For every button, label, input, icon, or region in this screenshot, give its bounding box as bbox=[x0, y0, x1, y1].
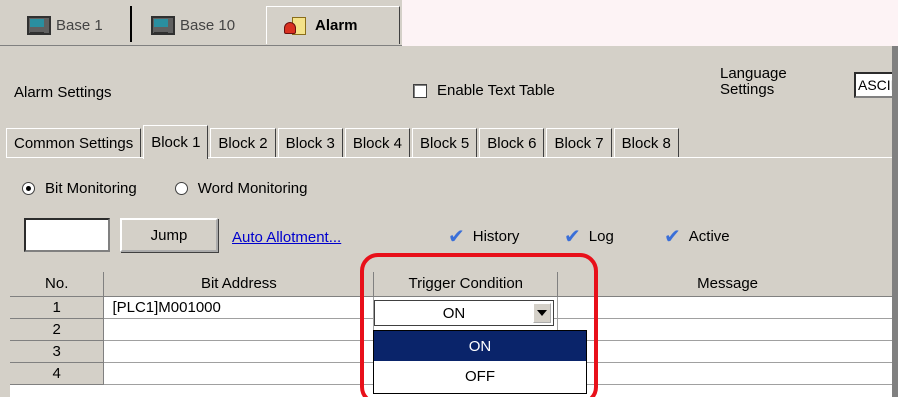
bit-monitoring-label[interactable]: Bit Monitoring bbox=[45, 180, 137, 197]
row-number: 3 bbox=[10, 340, 105, 363]
tab-label: Alarm bbox=[315, 17, 358, 34]
tab-block-7[interactable]: Block 7 bbox=[546, 128, 612, 158]
jump-number-input[interactable] bbox=[24, 218, 110, 252]
history-option[interactable]: ✔ History bbox=[448, 225, 520, 248]
tab-label: Base 1 bbox=[56, 16, 103, 34]
word-monitoring-radio[interactable] bbox=[174, 182, 188, 195]
bit-address-cell[interactable]: [PLC1]M001000 bbox=[103, 296, 375, 319]
enable-text-table-checkbox[interactable] bbox=[413, 83, 427, 98]
tab-block-5[interactable]: Block 5 bbox=[412, 128, 478, 158]
log-option[interactable]: ✔ Log bbox=[564, 225, 614, 248]
monitoring-mode-group: Bit Monitoring Word Monitoring bbox=[22, 180, 308, 197]
message-cell[interactable] bbox=[557, 296, 898, 319]
chevron-down-icon bbox=[537, 310, 547, 316]
dropdown-option-off[interactable]: OFF bbox=[374, 361, 586, 391]
checkmark-icon: ✔ bbox=[448, 225, 465, 248]
language-label-line1: Language bbox=[720, 65, 787, 82]
language-label-line2: Settings bbox=[720, 81, 775, 98]
column-header-bit-address: Bit Address bbox=[103, 272, 375, 297]
window-edge bbox=[892, 46, 898, 397]
column-header-trigger-condition: Trigger Condition bbox=[373, 272, 559, 297]
message-cell[interactable] bbox=[557, 318, 898, 341]
table-header-row: No. Bit Address Trigger Condition Messag… bbox=[10, 272, 898, 297]
alarm-settings-title: Alarm Settings bbox=[14, 84, 112, 101]
tab-label: Base 10 bbox=[180, 16, 236, 34]
tab-block-1[interactable]: Block 1 bbox=[143, 125, 209, 159]
language-settings-label: Language Settings bbox=[720, 66, 787, 98]
jump-button[interactable]: Jump bbox=[120, 218, 218, 252]
bit-monitoring-radio[interactable] bbox=[22, 182, 35, 195]
column-header-message: Message bbox=[557, 272, 898, 297]
tab-base-10[interactable]: Base 10 bbox=[134, 6, 264, 44]
tab-block-6[interactable]: Block 6 bbox=[479, 128, 545, 158]
message-cell[interactable] bbox=[557, 362, 898, 385]
alarm-icon bbox=[283, 15, 307, 37]
tab-base-1[interactable]: Base 1 bbox=[10, 6, 130, 44]
block-tab-bar: Common Settings Block 1 Block 2 Block 3 … bbox=[6, 124, 681, 159]
auto-allotment-link[interactable]: Auto Allotment... bbox=[232, 229, 341, 246]
checkmark-icon: ✔ bbox=[564, 225, 581, 248]
enable-text-table-option[interactable]: Enable Text Table bbox=[413, 82, 555, 99]
document-tab-bar: Base 1 Base 10 Alarm bbox=[0, 0, 898, 46]
bit-address-cell[interactable] bbox=[103, 362, 375, 385]
row-number: 2 bbox=[10, 318, 105, 341]
tab-common-settings[interactable]: Common Settings bbox=[6, 128, 142, 158]
dropdown-arrow-button[interactable] bbox=[533, 303, 551, 323]
alarm-table: No. Bit Address Trigger Condition Messag… bbox=[10, 272, 898, 397]
tab-block-4[interactable]: Block 4 bbox=[344, 128, 411, 158]
trigger-condition-value: ON bbox=[442, 304, 466, 322]
bit-address-cell[interactable] bbox=[103, 340, 375, 363]
trigger-condition-dropdown-list: ON OFF bbox=[373, 330, 587, 394]
monitor-icon bbox=[150, 15, 175, 35]
tab-panel-border bbox=[6, 157, 898, 158]
active-label: Active bbox=[688, 228, 730, 245]
column-header-no: No. bbox=[10, 272, 105, 297]
word-monitoring-label[interactable]: Word Monitoring bbox=[198, 180, 308, 197]
tab-block-8[interactable]: Block 8 bbox=[613, 128, 679, 158]
trigger-condition-combobox[interactable]: ON bbox=[374, 300, 554, 326]
tab-alarm[interactable]: Alarm bbox=[266, 6, 400, 44]
history-label: History bbox=[472, 228, 520, 245]
tab-bar-empty-area bbox=[402, 0, 898, 46]
message-cell[interactable] bbox=[557, 340, 898, 363]
row-number: 4 bbox=[10, 362, 105, 385]
dropdown-option-on[interactable]: ON bbox=[374, 331, 586, 361]
active-option[interactable]: ✔ Active bbox=[664, 225, 730, 248]
log-label: Log bbox=[588, 228, 614, 245]
enable-text-table-label: Enable Text Table bbox=[437, 82, 555, 99]
checkmark-icon: ✔ bbox=[664, 225, 681, 248]
tab-block-2[interactable]: Block 2 bbox=[210, 128, 276, 158]
bit-address-cell[interactable] bbox=[103, 318, 375, 341]
row-number: 1 bbox=[10, 296, 105, 319]
tab-block-3[interactable]: Block 3 bbox=[277, 128, 343, 158]
monitor-icon bbox=[26, 15, 51, 35]
tab-separator bbox=[130, 6, 132, 42]
